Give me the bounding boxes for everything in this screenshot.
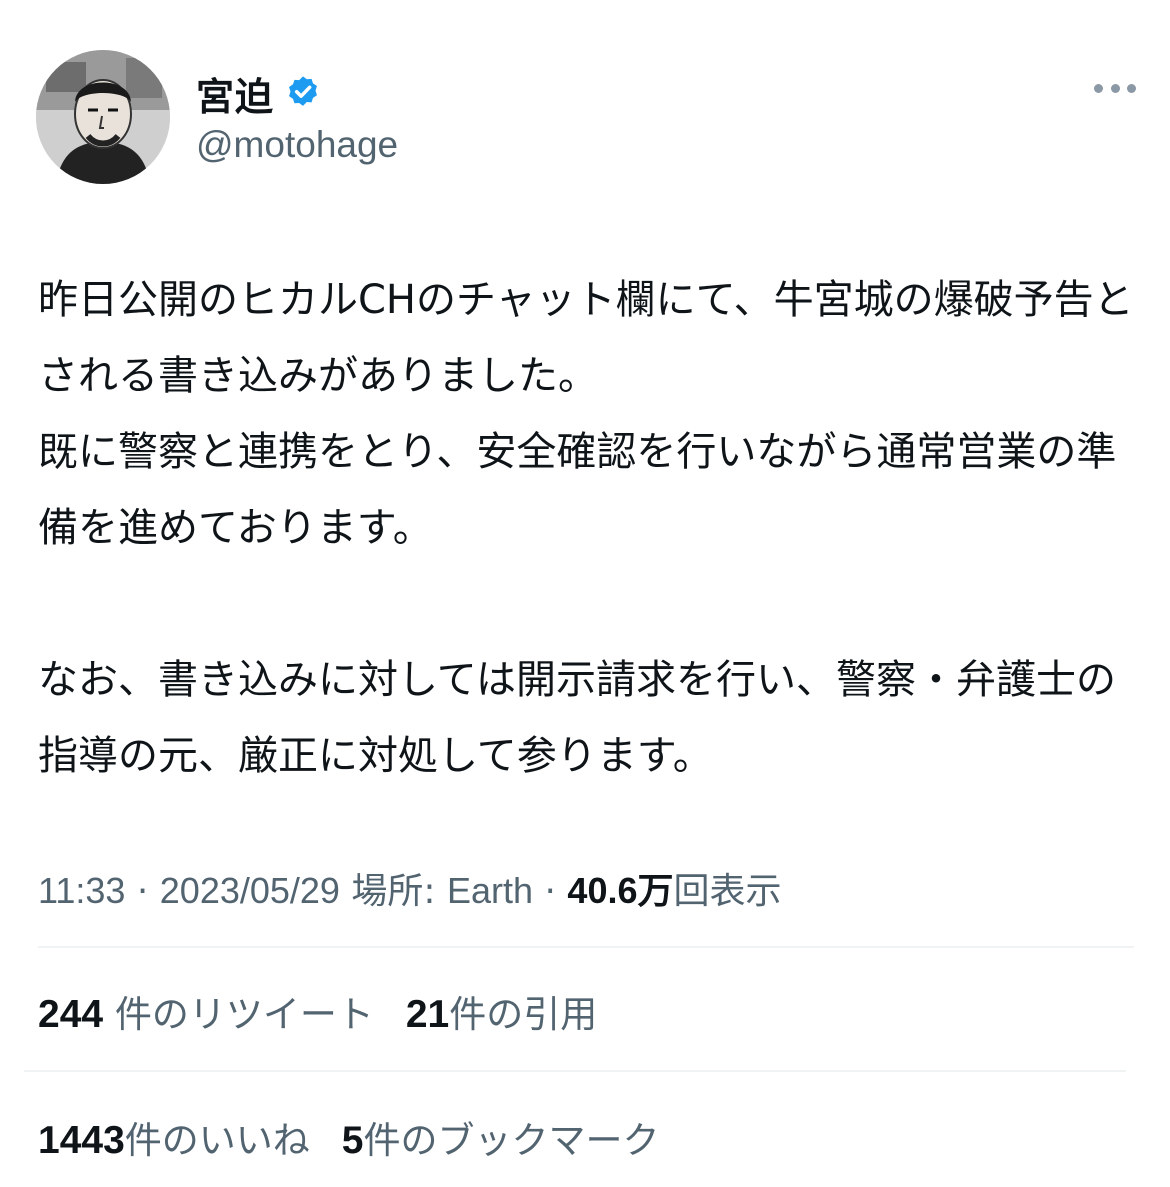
avatar-photo-icon (36, 50, 170, 184)
more-horizontal-icon[interactable] (1094, 78, 1136, 98)
tweet-time[interactable]: 11:33 (38, 870, 125, 911)
display-name-row: 宮迫 (196, 66, 398, 121)
bookmarks-label: 件のブックマーク (363, 1119, 660, 1162)
retweets-label: 件のリツイート (114, 993, 374, 1036)
views-count: 40.6万 (567, 870, 674, 911)
likes-count: 1443 (38, 1119, 125, 1162)
author-handle[interactable]: @motohage (196, 124, 398, 166)
location-value[interactable]: Earth (447, 870, 533, 911)
stats-row-retweets: 244 件のリツイート 21件の引用 (38, 984, 597, 1038)
quotes-label: 件の引用 (449, 993, 598, 1036)
likes-label: 件のいいね (124, 1119, 310, 1162)
quotes-count: 21 (405, 993, 450, 1036)
display-name[interactable]: 宮迫 (196, 66, 274, 121)
tweet-date[interactable]: 2023/05/29 (160, 870, 340, 911)
divider (24, 1070, 1126, 1072)
divider (38, 946, 1134, 948)
tweet-text: 昨日公開のヒカルCHのチャット欄にて、牛宮城の爆破予告とされる書き込みがありまし… (38, 277, 1134, 779)
author-names: 宮迫 @motohage (196, 68, 398, 166)
meta-separator: · (136, 871, 149, 912)
views-label: 回表示 (673, 871, 782, 912)
bookmarks-stat[interactable]: 5件のブックマーク (342, 1119, 660, 1162)
location-label: 場所: (351, 871, 436, 912)
retweets-count: 244 (38, 993, 104, 1036)
tweet-meta: 11:33 · 2023/05/29 場所: Earth · 40.6万回表示 (38, 862, 782, 914)
bookmarks-count: 5 (341, 1119, 364, 1162)
likes-stat[interactable]: 1443件のいいね (38, 1119, 310, 1162)
retweets-stat[interactable]: 244 件のリツイート (38, 993, 374, 1036)
tweet-header: 宮迫 @motohage (36, 50, 1136, 186)
avatar[interactable] (36, 50, 170, 184)
meta-separator-2: · (544, 871, 556, 912)
verified-badge-icon[interactable] (284, 74, 322, 112)
stats-row-likes: 1443件のいいね 5件のブックマーク (38, 1110, 659, 1164)
quotes-stat[interactable]: 21件の引用 (406, 993, 597, 1036)
